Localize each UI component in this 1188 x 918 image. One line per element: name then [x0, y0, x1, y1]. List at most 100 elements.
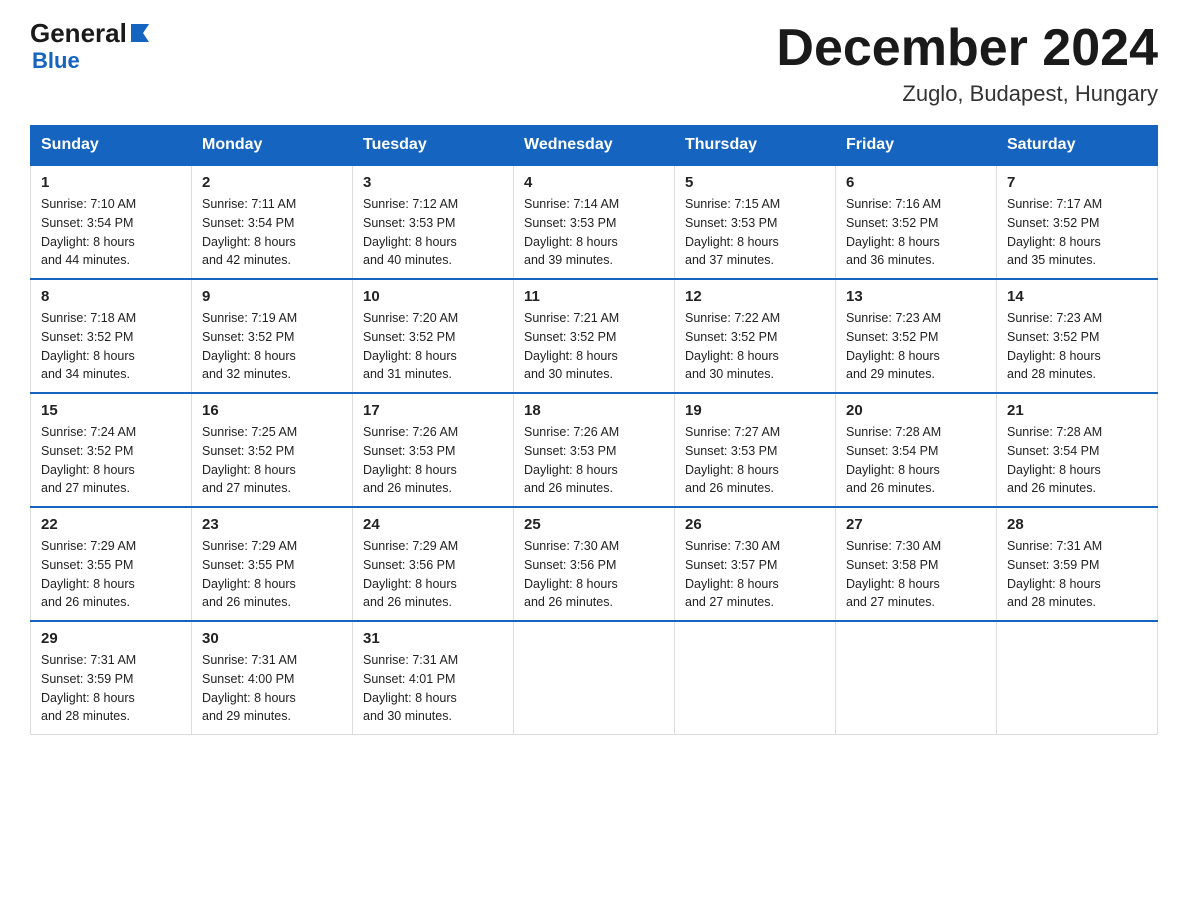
- day-number: 20: [846, 402, 986, 419]
- day-number: 3: [363, 174, 503, 191]
- day-number: 2: [202, 174, 342, 191]
- day-info: Sunrise: 7:16 AMSunset: 3:52 PMDaylight:…: [846, 197, 941, 267]
- day-number: 12: [685, 288, 825, 305]
- day-info: Sunrise: 7:25 AMSunset: 3:52 PMDaylight:…: [202, 425, 297, 495]
- calendar-cell: 25 Sunrise: 7:30 AMSunset: 3:56 PMDaylig…: [514, 507, 675, 621]
- day-number: 4: [524, 174, 664, 191]
- day-number: 13: [846, 288, 986, 305]
- calendar-cell: 5 Sunrise: 7:15 AMSunset: 3:53 PMDayligh…: [675, 165, 836, 279]
- day-info: Sunrise: 7:15 AMSunset: 3:53 PMDaylight:…: [685, 197, 780, 267]
- calendar-cell: 10 Sunrise: 7:20 AMSunset: 3:52 PMDaylig…: [353, 279, 514, 393]
- day-info: Sunrise: 7:12 AMSunset: 3:53 PMDaylight:…: [363, 197, 458, 267]
- day-info: Sunrise: 7:10 AMSunset: 3:54 PMDaylight:…: [41, 197, 136, 267]
- calendar-cell: 23 Sunrise: 7:29 AMSunset: 3:55 PMDaylig…: [192, 507, 353, 621]
- day-info: Sunrise: 7:31 AMSunset: 4:00 PMDaylight:…: [202, 653, 297, 723]
- calendar-week-row: 22 Sunrise: 7:29 AMSunset: 3:55 PMDaylig…: [31, 507, 1158, 621]
- calendar-cell: 11 Sunrise: 7:21 AMSunset: 3:52 PMDaylig…: [514, 279, 675, 393]
- day-number: 23: [202, 516, 342, 533]
- header-wednesday: Wednesday: [514, 126, 675, 166]
- logo-blue-text: Blue: [32, 48, 80, 74]
- header-thursday: Thursday: [675, 126, 836, 166]
- day-number: 15: [41, 402, 181, 419]
- day-info: Sunrise: 7:11 AMSunset: 3:54 PMDaylight:…: [202, 197, 296, 267]
- day-number: 19: [685, 402, 825, 419]
- location-title: Zuglo, Budapest, Hungary: [776, 81, 1158, 107]
- calendar-cell: 4 Sunrise: 7:14 AMSunset: 3:53 PMDayligh…: [514, 165, 675, 279]
- calendar-cell: [836, 621, 997, 735]
- day-info: Sunrise: 7:27 AMSunset: 3:53 PMDaylight:…: [685, 425, 780, 495]
- day-info: Sunrise: 7:30 AMSunset: 3:58 PMDaylight:…: [846, 539, 941, 609]
- calendar-week-row: 8 Sunrise: 7:18 AMSunset: 3:52 PMDayligh…: [31, 279, 1158, 393]
- day-number: 18: [524, 402, 664, 419]
- calendar-cell: 7 Sunrise: 7:17 AMSunset: 3:52 PMDayligh…: [997, 165, 1158, 279]
- calendar-cell: 6 Sunrise: 7:16 AMSunset: 3:52 PMDayligh…: [836, 165, 997, 279]
- day-number: 29: [41, 630, 181, 647]
- calendar-cell: 26 Sunrise: 7:30 AMSunset: 3:57 PMDaylig…: [675, 507, 836, 621]
- calendar-cell: [514, 621, 675, 735]
- day-info: Sunrise: 7:26 AMSunset: 3:53 PMDaylight:…: [363, 425, 458, 495]
- day-number: 14: [1007, 288, 1147, 305]
- calendar-table: SundayMondayTuesdayWednesdayThursdayFrid…: [30, 125, 1158, 735]
- day-number: 25: [524, 516, 664, 533]
- calendar-cell: 19 Sunrise: 7:27 AMSunset: 3:53 PMDaylig…: [675, 393, 836, 507]
- day-info: Sunrise: 7:30 AMSunset: 3:56 PMDaylight:…: [524, 539, 619, 609]
- calendar-cell: 20 Sunrise: 7:28 AMSunset: 3:54 PMDaylig…: [836, 393, 997, 507]
- logo-flag-icon: [129, 22, 151, 44]
- calendar-cell: 16 Sunrise: 7:25 AMSunset: 3:52 PMDaylig…: [192, 393, 353, 507]
- calendar-cell: 8 Sunrise: 7:18 AMSunset: 3:52 PMDayligh…: [31, 279, 192, 393]
- calendar-cell: 12 Sunrise: 7:22 AMSunset: 3:52 PMDaylig…: [675, 279, 836, 393]
- day-number: 10: [363, 288, 503, 305]
- day-number: 31: [363, 630, 503, 647]
- day-number: 6: [846, 174, 986, 191]
- calendar-cell: [675, 621, 836, 735]
- header-friday: Friday: [836, 126, 997, 166]
- calendar-cell: 1 Sunrise: 7:10 AMSunset: 3:54 PMDayligh…: [31, 165, 192, 279]
- day-info: Sunrise: 7:24 AMSunset: 3:52 PMDaylight:…: [41, 425, 136, 495]
- day-info: Sunrise: 7:31 AMSunset: 4:01 PMDaylight:…: [363, 653, 458, 723]
- day-info: Sunrise: 7:26 AMSunset: 3:53 PMDaylight:…: [524, 425, 619, 495]
- day-number: 5: [685, 174, 825, 191]
- day-info: Sunrise: 7:14 AMSunset: 3:53 PMDaylight:…: [524, 197, 619, 267]
- header-saturday: Saturday: [997, 126, 1158, 166]
- calendar-cell: 29 Sunrise: 7:31 AMSunset: 3:59 PMDaylig…: [31, 621, 192, 735]
- day-info: Sunrise: 7:22 AMSunset: 3:52 PMDaylight:…: [685, 311, 780, 381]
- day-info: Sunrise: 7:28 AMSunset: 3:54 PMDaylight:…: [1007, 425, 1102, 495]
- month-title: December 2024: [776, 20, 1158, 77]
- calendar-cell: 14 Sunrise: 7:23 AMSunset: 3:52 PMDaylig…: [997, 279, 1158, 393]
- title-block: December 2024 Zuglo, Budapest, Hungary: [776, 20, 1158, 107]
- logo-general-text: General: [30, 20, 127, 46]
- calendar-cell: 22 Sunrise: 7:29 AMSunset: 3:55 PMDaylig…: [31, 507, 192, 621]
- calendar-week-row: 1 Sunrise: 7:10 AMSunset: 3:54 PMDayligh…: [31, 165, 1158, 279]
- day-number: 16: [202, 402, 342, 419]
- day-info: Sunrise: 7:18 AMSunset: 3:52 PMDaylight:…: [41, 311, 136, 381]
- calendar-week-row: 29 Sunrise: 7:31 AMSunset: 3:59 PMDaylig…: [31, 621, 1158, 735]
- day-info: Sunrise: 7:23 AMSunset: 3:52 PMDaylight:…: [1007, 311, 1102, 381]
- day-info: Sunrise: 7:29 AMSunset: 3:56 PMDaylight:…: [363, 539, 458, 609]
- day-info: Sunrise: 7:30 AMSunset: 3:57 PMDaylight:…: [685, 539, 780, 609]
- day-number: 7: [1007, 174, 1147, 191]
- day-number: 21: [1007, 402, 1147, 419]
- calendar-header-row: SundayMondayTuesdayWednesdayThursdayFrid…: [31, 126, 1158, 166]
- calendar-cell: 3 Sunrise: 7:12 AMSunset: 3:53 PMDayligh…: [353, 165, 514, 279]
- day-number: 9: [202, 288, 342, 305]
- calendar-cell: 21 Sunrise: 7:28 AMSunset: 3:54 PMDaylig…: [997, 393, 1158, 507]
- day-number: 17: [363, 402, 503, 419]
- header-sunday: Sunday: [31, 126, 192, 166]
- day-number: 1: [41, 174, 181, 191]
- day-number: 22: [41, 516, 181, 533]
- page-header: General Blue December 2024 Zuglo, Budape…: [30, 20, 1158, 107]
- calendar-cell: 13 Sunrise: 7:23 AMSunset: 3:52 PMDaylig…: [836, 279, 997, 393]
- day-info: Sunrise: 7:31 AMSunset: 3:59 PMDaylight:…: [41, 653, 136, 723]
- calendar-cell: 28 Sunrise: 7:31 AMSunset: 3:59 PMDaylig…: [997, 507, 1158, 621]
- calendar-cell: 24 Sunrise: 7:29 AMSunset: 3:56 PMDaylig…: [353, 507, 514, 621]
- header-monday: Monday: [192, 126, 353, 166]
- day-number: 24: [363, 516, 503, 533]
- day-number: 8: [41, 288, 181, 305]
- calendar-cell: 9 Sunrise: 7:19 AMSunset: 3:52 PMDayligh…: [192, 279, 353, 393]
- calendar-cell: 18 Sunrise: 7:26 AMSunset: 3:53 PMDaylig…: [514, 393, 675, 507]
- day-info: Sunrise: 7:29 AMSunset: 3:55 PMDaylight:…: [202, 539, 297, 609]
- day-info: Sunrise: 7:31 AMSunset: 3:59 PMDaylight:…: [1007, 539, 1102, 609]
- calendar-cell: [997, 621, 1158, 735]
- calendar-week-row: 15 Sunrise: 7:24 AMSunset: 3:52 PMDaylig…: [31, 393, 1158, 507]
- day-info: Sunrise: 7:28 AMSunset: 3:54 PMDaylight:…: [846, 425, 941, 495]
